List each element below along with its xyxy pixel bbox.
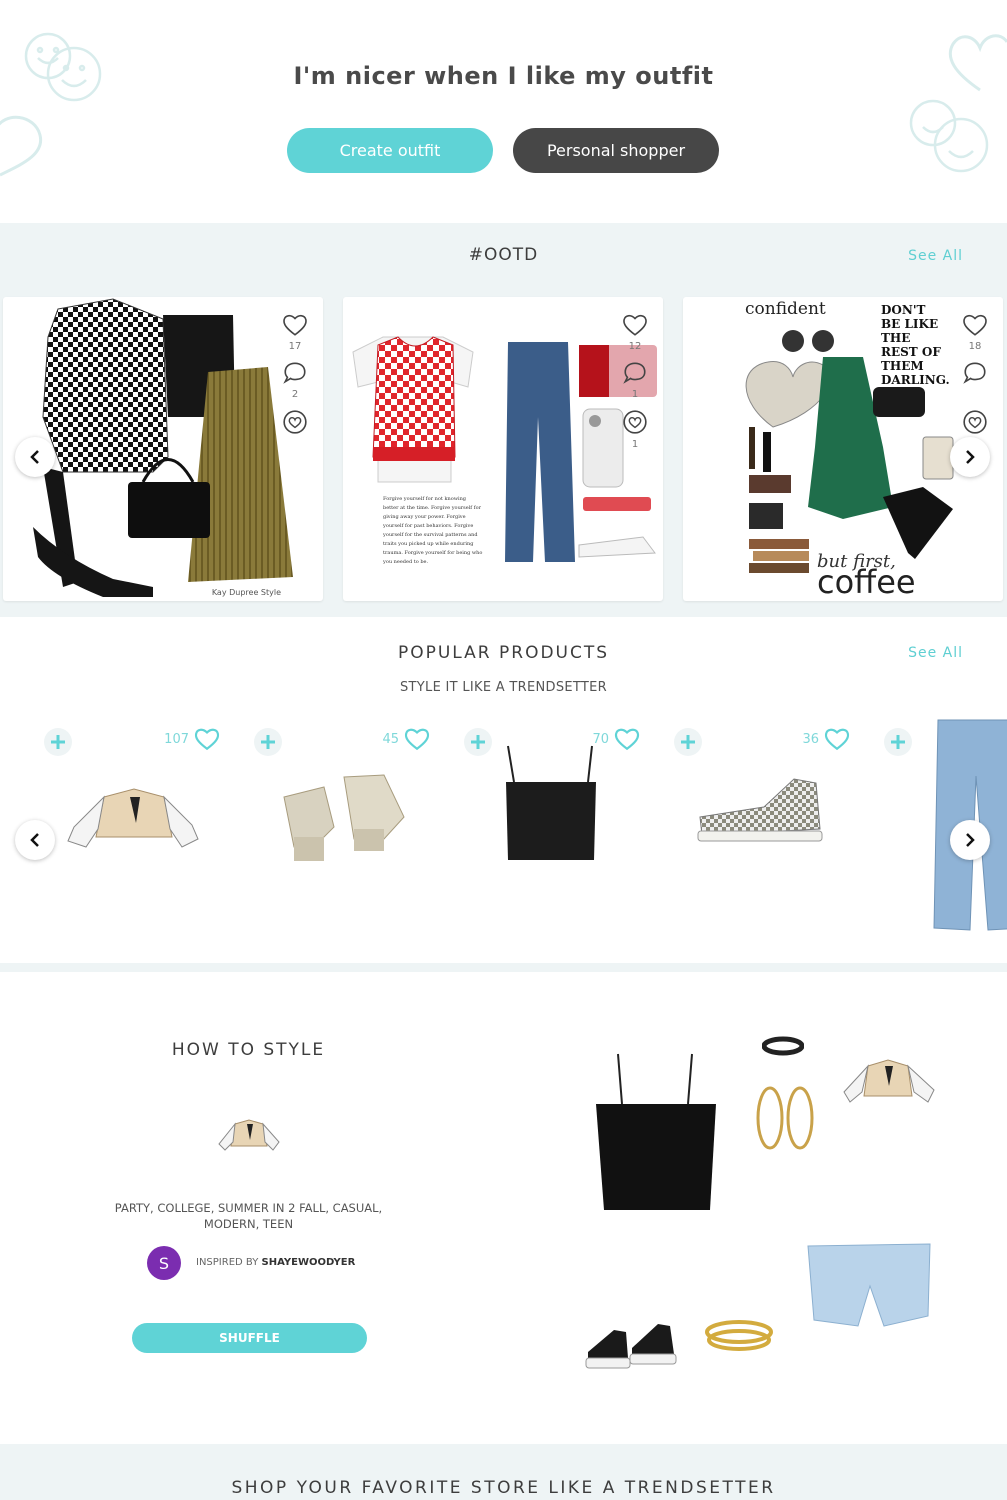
heart-doodle-icon: [0, 115, 43, 177]
ootd-section: #OOTD See All 17 2 Kay Dupree Style Forg…: [0, 223, 1007, 617]
comment-icon[interactable]: [282, 361, 308, 385]
chevron-right-icon: [966, 833, 975, 847]
add-product-button[interactable]: [884, 728, 912, 756]
inspired-by-label: INSPIRED BY: [196, 1257, 259, 1268]
personal-shopper-button[interactable]: Personal shopper: [513, 128, 719, 173]
varsity-jacket-image: [67, 788, 199, 848]
heart-outline-icon[interactable]: [622, 313, 648, 337]
shuffle-button[interactable]: SHUFFLE: [132, 1323, 367, 1353]
product-card[interactable]: 107: [44, 722, 234, 952]
outfit-credit: Kay Dupree Style: [211, 588, 281, 597]
popular-title: POPULAR PRODUCTS: [397, 643, 610, 663]
comment-icon[interactable]: [622, 361, 648, 385]
popular-products-section: POPULAR PRODUCTS STYLE IT LIKE A TRENDSE…: [0, 617, 1007, 963]
add-product-button[interactable]: [44, 728, 72, 756]
save-heart-icon[interactable]: [622, 409, 648, 435]
chevron-right-icon: [966, 450, 975, 464]
card-actions: 18: [961, 313, 989, 435]
comment-count: 1: [631, 389, 639, 400]
hero-section: I'm nicer when I like my outfit Create o…: [0, 0, 1007, 223]
card-actions: 12 1 1: [621, 313, 649, 459]
featured-item-thumbnail[interactable]: [213, 1112, 285, 1162]
products-next-button[interactable]: [950, 820, 990, 860]
black-crop-top-item[interactable]: [590, 1050, 720, 1215]
ootd-title: #OOTD: [468, 245, 539, 265]
collage-text-coffee: coffee: [817, 563, 916, 601]
avatar[interactable]: S: [147, 1246, 181, 1280]
hero-tagline: I'm nicer when I like my outfit: [293, 62, 714, 90]
product-like-count: 36: [802, 732, 819, 747]
like-count: 17: [288, 341, 302, 352]
heart-outline-icon[interactable]: [824, 727, 850, 751]
plus-icon: [681, 735, 695, 749]
black-crop-top-image: [506, 745, 596, 860]
collage-text-dont: DON'T BE LIKE THE REST OF THEM DARLING.: [881, 303, 950, 387]
inspired-by: INSPIRED BY SHAYEWOODYER: [196, 1257, 355, 1268]
style-tags: PARTY, COLLEGE, SUMMER IN 2 FALL, CASUAL…: [114, 1201, 383, 1231]
chevron-left-icon: [30, 450, 39, 464]
ootd-next-button[interactable]: [950, 437, 990, 477]
card-actions: 17 2: [281, 313, 309, 435]
product-card[interactable]: 36: [674, 722, 864, 952]
plus-icon: [891, 735, 905, 749]
save-heart-icon[interactable]: [962, 409, 988, 435]
popular-see-all-link[interactable]: See All: [908, 645, 963, 661]
collage-text-confident: confident: [745, 299, 826, 319]
quote-text: Forgive yourself for not knowing better …: [383, 496, 483, 565]
heart-outline-icon[interactable]: [194, 727, 220, 751]
like-count: 18: [968, 341, 982, 352]
platform-sandals-image: [283, 774, 405, 861]
add-product-button[interactable]: [254, 728, 282, 756]
belt-item[interactable]: [762, 1036, 804, 1056]
ootd-see-all-link[interactable]: See All: [908, 248, 963, 264]
popular-subtitle: STYLE IT LIKE A TRENDSETTER: [400, 680, 607, 695]
plus-icon: [51, 735, 65, 749]
shop-favorite-store-section: SHOP YOUR FAVORITE STORE LIKE A TRENDSET…: [0, 1444, 1007, 1500]
product-like-count: 107: [164, 732, 189, 747]
varsity-jacket-item[interactable]: [838, 1052, 940, 1112]
ootd-prev-button[interactable]: [15, 437, 55, 477]
how-to-style-title: HOW TO STYLE: [171, 1040, 326, 1060]
shop-favorite-store-title: SHOP YOUR FAVORITE STORE LIKE A TRENDSET…: [231, 1478, 776, 1498]
denim-shorts-item[interactable]: [804, 1240, 934, 1332]
heart-outline-icon[interactable]: [404, 727, 430, 751]
products-prev-button[interactable]: [15, 820, 55, 860]
plus-icon: [261, 735, 275, 749]
converse-sneakers-item[interactable]: [584, 1316, 678, 1376]
ootd-card[interactable]: Forgive yourself for not knowing better …: [343, 297, 663, 601]
hoop-earrings-item[interactable]: [752, 1082, 820, 1154]
gold-ring-item[interactable]: [702, 1312, 776, 1362]
save-heart-icon[interactable]: [282, 409, 308, 435]
chevron-left-icon: [30, 833, 39, 847]
like-count: 12: [628, 341, 642, 352]
save-count: 1: [631, 439, 639, 450]
comment-count: 2: [291, 389, 299, 400]
checkered-sneakers-image: [697, 778, 823, 842]
heart-outline-icon[interactable]: [962, 313, 988, 337]
create-outfit-button[interactable]: Create outfit: [287, 128, 493, 173]
add-product-button[interactable]: [674, 728, 702, 756]
inspired-by-user[interactable]: SHAYEWOODYER: [262, 1257, 356, 1268]
heart-outline-icon[interactable]: [282, 313, 308, 337]
section-divider: [0, 963, 1007, 981]
how-to-style-section: HOW TO STYLE PARTY, COLLEGE, SUMMER IN 2…: [0, 972, 1007, 1444]
product-like-count: 45: [382, 732, 399, 747]
comment-icon[interactable]: [962, 361, 988, 385]
product-card[interactable]: 70: [464, 722, 654, 952]
product-card[interactable]: 45: [254, 722, 444, 952]
smiley-faces-icon: [909, 99, 989, 173]
